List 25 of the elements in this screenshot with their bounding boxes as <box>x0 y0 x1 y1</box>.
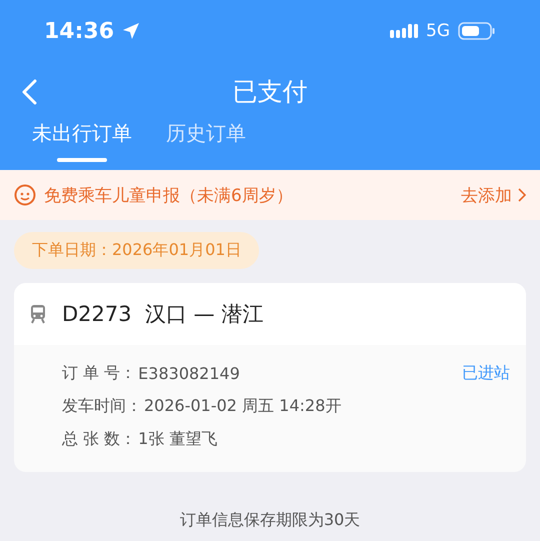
network-label: 5G <box>426 21 450 41</box>
battery-icon <box>458 22 496 40</box>
train-route: D2273 汉口 — 潜江 <box>62 301 264 328</box>
field-label: 总 张 数： <box>62 429 136 450</box>
tab[interactable]: 未出行订单 <box>32 120 132 162</box>
field-value: 1张 董望飞 <box>138 429 218 450</box>
tab[interactable]: 历史订单 <box>166 120 246 162</box>
field-value: 2026-01-02 周五 14:28开 <box>144 396 342 417</box>
field-label: 订 单 号： <box>62 363 136 384</box>
field-label: 发车时间： <box>62 396 142 417</box>
status-time: 14:36 <box>44 18 114 44</box>
order-date-tag: 下单日期：2026年01月01日 <box>14 232 260 269</box>
chevron-right-icon <box>518 188 526 202</box>
smiley-icon <box>14 184 36 206</box>
add-link[interactable]: 去添加 <box>461 184 526 206</box>
page-title: 已支付 <box>232 76 308 108</box>
train-icon <box>30 304 46 324</box>
location-arrow-icon <box>122 22 140 40</box>
signal-icon <box>390 22 418 40</box>
order-card[interactable]: D2273 汉口 — 潜江 订 单 号：E383082149 已进站 发车时间：2026-01-02 周五 14:28开 总 张 数：1张 董望飞 <box>14 283 526 472</box>
retention-note: 订单信息保存期限为30天 <box>180 510 360 529</box>
back-icon[interactable] <box>20 79 38 105</box>
order-status: 已进站 <box>462 363 510 384</box>
notice-text: 免费乘车儿童申报（未满6周岁） <box>44 184 293 206</box>
field-value: E383082149 <box>138 364 240 383</box>
